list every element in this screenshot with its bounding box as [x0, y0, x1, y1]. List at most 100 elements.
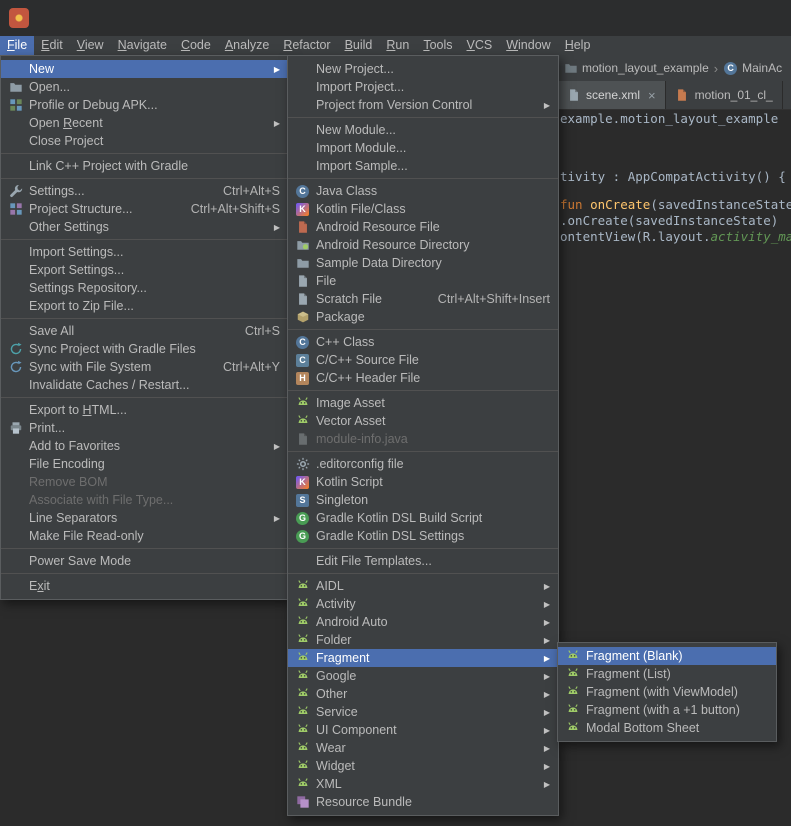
- menubar-item-run[interactable]: Run: [379, 36, 416, 55]
- menubar-item-file[interactable]: File: [0, 36, 34, 55]
- menu-item-editorconfig-file[interactable]: .editorconfig file: [288, 455, 558, 473]
- menu-icon-spacer: [8, 457, 23, 472]
- menubar-item-refactor[interactable]: Refactor: [276, 36, 337, 55]
- menubar-item-window[interactable]: Window: [499, 36, 557, 55]
- menu-item-exit[interactable]: Exit: [1, 577, 288, 595]
- kotlin-icon: K: [295, 202, 310, 217]
- android-icon: [295, 597, 310, 612]
- menu-item-sync-project-with-gradle-files[interactable]: Sync Project with Gradle Files: [1, 340, 288, 358]
- menu-item-fragment-list[interactable]: Fragment (List): [558, 665, 776, 683]
- menu-item-java-class[interactable]: CJava Class: [288, 182, 558, 200]
- menu-item-open[interactable]: Open...: [1, 78, 288, 96]
- menu-item-import-module[interactable]: Import Module...: [288, 139, 558, 157]
- menu-icon-spacer: [295, 159, 310, 174]
- menu-item-import-project[interactable]: Import Project...: [288, 78, 558, 96]
- menu-item-project-structure[interactable]: Project Structure...Ctrl+Alt+Shift+S: [1, 200, 288, 218]
- menu-item-settings-repository[interactable]: Settings Repository...: [1, 279, 288, 297]
- editor-tab-scene-xml[interactable]: scene.xml×: [557, 81, 666, 109]
- menubar-item-build[interactable]: Build: [338, 36, 380, 55]
- menu-item-sample-data-directory[interactable]: Sample Data Directory: [288, 254, 558, 272]
- android-icon: [565, 667, 580, 682]
- menu-item-export-to-html[interactable]: Export to HTML...: [1, 401, 288, 419]
- menu-item-fragment-with-a-1-button[interactable]: Fragment (with a +1 button): [558, 701, 776, 719]
- menu-item-export-settings[interactable]: Export Settings...: [1, 261, 288, 279]
- menu-item-kotlin-script[interactable]: KKotlin Script: [288, 473, 558, 491]
- menu-item-android-resource-directory[interactable]: Android Resource Directory: [288, 236, 558, 254]
- fragment-submenu-popup: Fragment (Blank)Fragment (List)Fragment …: [557, 642, 777, 742]
- menu-item-activity[interactable]: Activity▶: [288, 595, 558, 613]
- menubar-item-view[interactable]: View: [70, 36, 111, 55]
- menu-item-folder[interactable]: Folder▶: [288, 631, 558, 649]
- menu-item-close-project[interactable]: Close Project: [1, 132, 288, 150]
- editor-tab-motion-01-cl[interactable]: motion_01_cl_: [666, 81, 783, 109]
- menu-item-label: Link C++ Project with Gradle: [29, 159, 280, 173]
- menu-item-service[interactable]: Service▶: [288, 703, 558, 721]
- menu-item-resource-bundle[interactable]: Resource Bundle: [288, 793, 558, 811]
- menu-item-label: Profile or Debug APK...: [29, 98, 280, 112]
- menu-item-new-module[interactable]: New Module...: [288, 121, 558, 139]
- menu-item-invalidate-caches-restart[interactable]: Invalidate Caches / Restart...: [1, 376, 288, 394]
- menu-item-package[interactable]: Package: [288, 308, 558, 326]
- menubar-item-tools[interactable]: Tools: [416, 36, 459, 55]
- menu-item-c-c-header-file[interactable]: HC/C++ Header File: [288, 369, 558, 387]
- menu-item-gradle-kotlin-dsl-build-script[interactable]: GGradle Kotlin DSL Build Script: [288, 509, 558, 527]
- menu-item-power-save-mode[interactable]: Power Save Mode: [1, 552, 288, 570]
- menu-item-sync-with-file-system[interactable]: Sync with File SystemCtrl+Alt+Y: [1, 358, 288, 376]
- menubar-item-vcs[interactable]: VCS: [460, 36, 500, 55]
- menu-item-xml[interactable]: XML▶: [288, 775, 558, 793]
- menu-item-c-c-source-file[interactable]: CC/C++ Source File: [288, 351, 558, 369]
- menu-item-widget[interactable]: Widget▶: [288, 757, 558, 775]
- menu-item-ui-component[interactable]: UI Component▶: [288, 721, 558, 739]
- menu-item-import-sample[interactable]: Import Sample...: [288, 157, 558, 175]
- menubar-item-help[interactable]: Help: [558, 36, 598, 55]
- menu-item-add-to-favorites[interactable]: Add to Favorites▶: [1, 437, 288, 455]
- menu-item-make-file-read-only[interactable]: Make File Read-only: [1, 527, 288, 545]
- menu-item-print[interactable]: Print...: [1, 419, 288, 437]
- menu-item-other[interactable]: Other▶: [288, 685, 558, 703]
- menubar-item-analyze[interactable]: Analyze: [218, 36, 276, 55]
- menu-item-vector-asset[interactable]: Vector Asset: [288, 412, 558, 430]
- menu-item-gradle-kotlin-dsl-settings[interactable]: GGradle Kotlin DSL Settings: [288, 527, 558, 545]
- breadcrumb-mainac[interactable]: CMainAc: [723, 61, 782, 76]
- menu-item-image-asset[interactable]: Image Asset: [288, 394, 558, 412]
- menu-item-open-recent[interactable]: Open Recent▶: [1, 114, 288, 132]
- menu-item-edit-file-templates[interactable]: Edit File Templates...: [288, 552, 558, 570]
- menu-item-aidl[interactable]: AIDL▶: [288, 577, 558, 595]
- menu-item-file-encoding[interactable]: File Encoding: [1, 455, 288, 473]
- menu-item-save-all[interactable]: Save AllCtrl+S: [1, 322, 288, 340]
- menu-item-import-settings[interactable]: Import Settings...: [1, 243, 288, 261]
- menu-item-project-from-version-control[interactable]: Project from Version Control▶: [288, 96, 558, 114]
- menu-item-label: New Project...: [316, 62, 550, 76]
- menu-item-kotlin-file-class[interactable]: KKotlin File/Class: [288, 200, 558, 218]
- menubar-item-edit[interactable]: Edit: [34, 36, 70, 55]
- menu-item-line-separators[interactable]: Line Separators▶: [1, 509, 288, 527]
- menu-item-new-project[interactable]: New Project...: [288, 60, 558, 78]
- menu-item-fragment-blank[interactable]: Fragment (Blank): [558, 647, 776, 665]
- menu-item-android-resource-file[interactable]: Android Resource File: [288, 218, 558, 236]
- menu-item-c-class[interactable]: CC++ Class: [288, 333, 558, 351]
- submenu-arrow-icon: ▶: [541, 780, 550, 789]
- menu-item-modal-bottom-sheet[interactable]: Modal Bottom Sheet: [558, 719, 776, 737]
- menu-item-other-settings[interactable]: Other Settings▶: [1, 218, 288, 236]
- menu-item-settings[interactable]: Settings...Ctrl+Alt+S: [1, 182, 288, 200]
- menubar-item-navigate[interactable]: Navigate: [111, 36, 174, 55]
- menu-item-scratch-file[interactable]: Scratch FileCtrl+Alt+Shift+Insert: [288, 290, 558, 308]
- menu-item-fragment-with-viewmodel[interactable]: Fragment (with ViewModel): [558, 683, 776, 701]
- menu-item-new[interactable]: New▶: [1, 60, 288, 78]
- menu-icon-spacer: [8, 324, 23, 339]
- menu-item-export-to-zip-file[interactable]: Export to Zip File...: [1, 297, 288, 315]
- menu-item-google[interactable]: Google▶: [288, 667, 558, 685]
- menu-item-singleton[interactable]: SSingleton: [288, 491, 558, 509]
- menu-item-android-auto[interactable]: Android Auto▶: [288, 613, 558, 631]
- menu-item-file[interactable]: File: [288, 272, 558, 290]
- menu-item-link-c-project-with-gradle[interactable]: Link C++ Project with Gradle: [1, 157, 288, 175]
- breadcrumb-motion-layout-example[interactable]: motion_layout_example: [563, 61, 709, 76]
- menu-icon-spacer: [8, 220, 23, 235]
- tab-close-icon[interactable]: ×: [648, 88, 656, 103]
- menubar-item-code[interactable]: Code: [174, 36, 218, 55]
- menu-item-profile-or-debug-apk[interactable]: Profile or Debug APK...: [1, 96, 288, 114]
- android-icon: [295, 705, 310, 720]
- code-span: fun: [560, 197, 590, 212]
- menu-item-wear[interactable]: Wear▶: [288, 739, 558, 757]
- menu-item-fragment[interactable]: Fragment▶: [288, 649, 558, 667]
